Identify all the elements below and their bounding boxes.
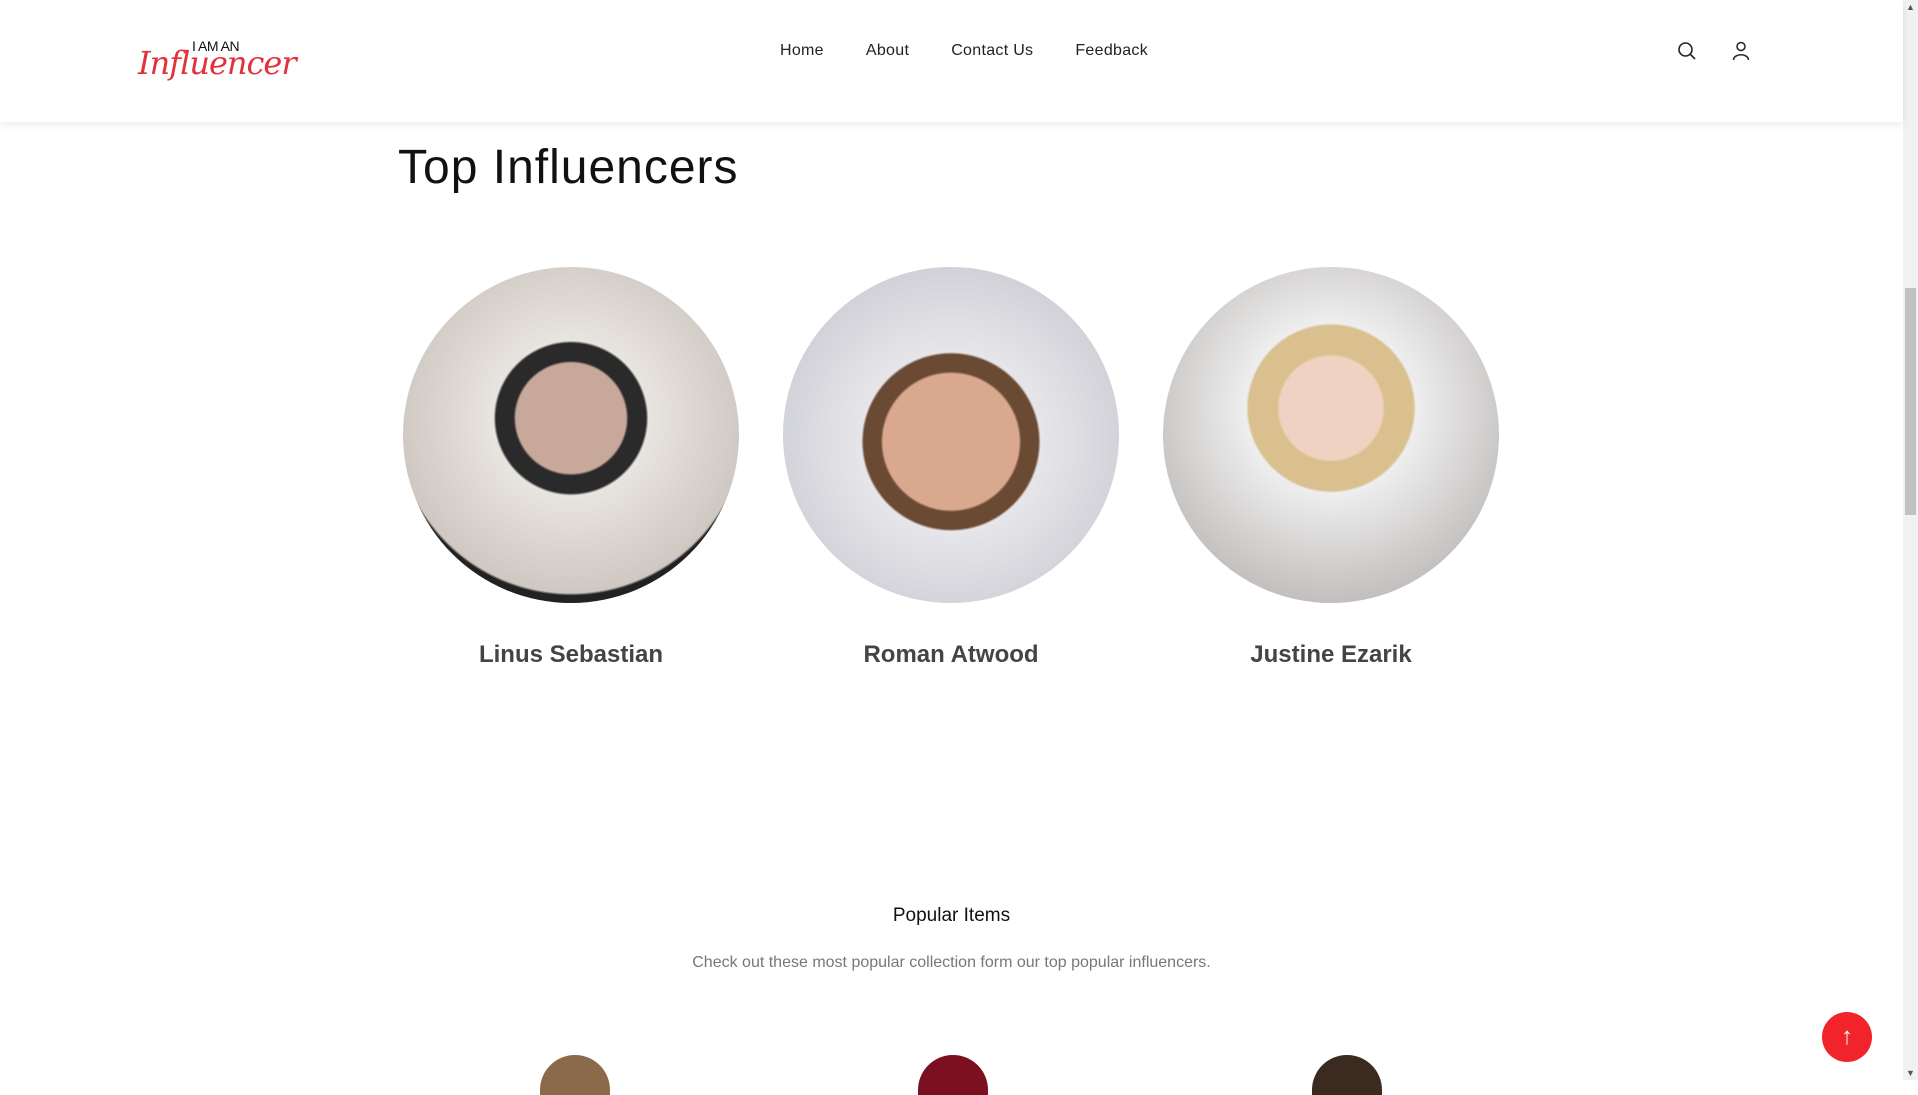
avatar[interactable] [783, 267, 1119, 603]
main-nav: Home About Contact Us Feedback [780, 42, 1190, 60]
scrollbar-thumb[interactable] [1905, 288, 1916, 515]
site-header: I AM AN Influencer Home About Contact Us… [0, 0, 1903, 122]
influencer-name[interactable]: Roman Atwood [783, 641, 1119, 669]
influencer-name[interactable]: Justine Ezarik [1163, 641, 1499, 669]
scroll-up-icon[interactable]: ▲ [1906, 2, 1915, 12]
item-image[interactable] [918, 1055, 988, 1095]
avatar[interactable] [403, 267, 739, 603]
item-image[interactable] [1312, 1055, 1382, 1095]
section-subtitle: Check out these most popular collection … [692, 954, 1211, 971]
logo-script: Influencer [138, 44, 297, 82]
nav-contact-us[interactable]: Contact Us [951, 42, 1033, 60]
nav-home[interactable]: Home [780, 42, 824, 60]
influencer-name[interactable]: Linus Sebastian [403, 641, 739, 669]
section-title: Popular Items [892, 905, 1011, 926]
influencer-card[interactable]: Roman Atwood [783, 267, 1119, 669]
avatar[interactable] [1163, 267, 1499, 603]
back-to-top-button[interactable]: ↑ [1822, 1012, 1872, 1062]
user-icon[interactable] [1730, 40, 1752, 62]
item-image[interactable] [540, 1055, 610, 1095]
nav-feedback[interactable]: Feedback [1075, 42, 1148, 60]
scrollbar[interactable]: ▲ ▼ [1903, 0, 1918, 1080]
influencer-card[interactable]: Linus Sebastian [403, 267, 739, 669]
search-icon[interactable] [1676, 40, 1698, 62]
scroll-down-icon[interactable]: ▼ [1906, 1068, 1915, 1078]
logo[interactable]: I AM AN Influencer [138, 36, 297, 86]
nav-about[interactable]: About [866, 42, 909, 60]
influencer-card[interactable]: Justine Ezarik [1163, 267, 1499, 669]
page-title: Top Influencers [398, 141, 739, 194]
arrow-up-icon: ↑ [1841, 1023, 1853, 1050]
